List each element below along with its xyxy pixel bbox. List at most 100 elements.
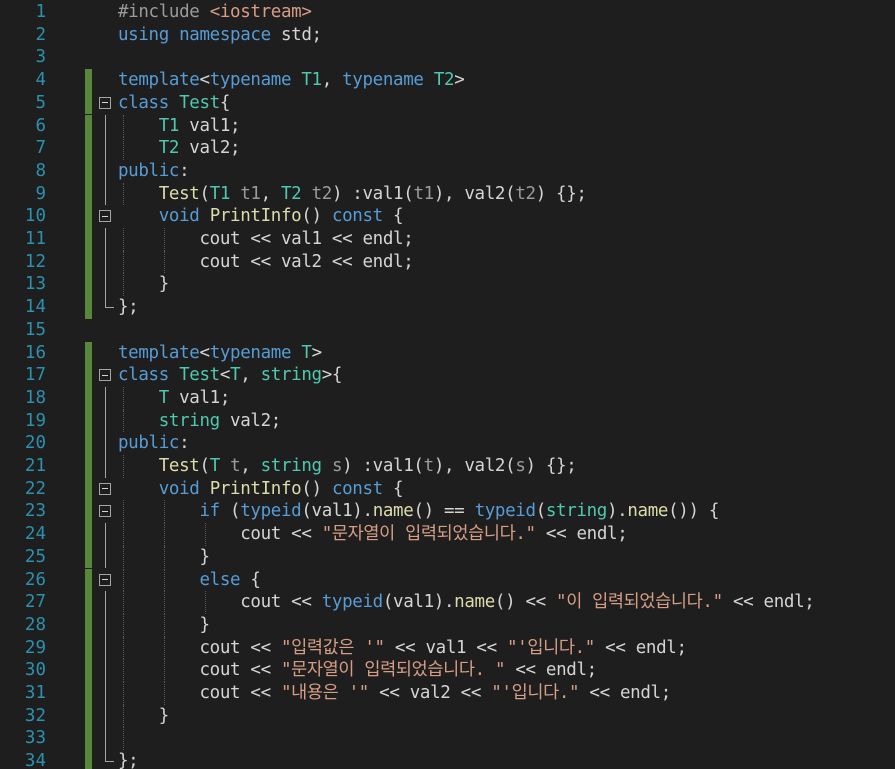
collapse-icon[interactable] bbox=[99, 505, 111, 518]
code-text[interactable]: T2 val2; bbox=[118, 137, 241, 160]
code-line[interactable]: 31 cout << "내용은 '" << val2 << "'입니다." <<… bbox=[0, 682, 895, 705]
code-token: ( bbox=[535, 501, 547, 522]
code-text[interactable]: }; bbox=[118, 750, 139, 769]
collapse-icon[interactable] bbox=[99, 210, 111, 223]
code-line[interactable]: 11 cout << val1 << endl; bbox=[0, 228, 895, 251]
code-text[interactable]: using namespace std; bbox=[118, 24, 322, 47]
code-token: t bbox=[230, 456, 241, 476]
line-number: 22 bbox=[24, 478, 46, 499]
code-line[interactable]: 6 T1 val1; bbox=[0, 114, 895, 138]
code-line[interactable]: 2 using namespace std; bbox=[0, 24, 895, 47]
code-token: ) {}; bbox=[525, 456, 577, 476]
code-text[interactable]: cout << "입력값은 '" << val1 << "'입니다." << e… bbox=[118, 637, 687, 660]
code-line[interactable]: 32 } bbox=[0, 704, 895, 728]
code-token: "'입니다." bbox=[491, 683, 580, 703]
code-text[interactable]: void PrintInfo() const { bbox=[118, 478, 404, 501]
code-line[interactable]: 34}; bbox=[0, 750, 895, 769]
code-line[interactable]: 7 T2 val2; bbox=[0, 137, 895, 160]
code-line[interactable]: 15 bbox=[0, 319, 895, 342]
code-token: string bbox=[158, 410, 220, 431]
code-text[interactable]: Test(T t, string s) :val1(t), val2(s) {}… bbox=[118, 455, 577, 478]
code-text[interactable]: #include <iostream> bbox=[118, 1, 312, 24]
code-text[interactable]: template<typename T1, typename T2> bbox=[118, 69, 465, 92]
code-text[interactable]: cout << "문자열이 입력되었습니다." << endl; bbox=[118, 523, 628, 546]
code-text[interactable]: cout << val2 << endl; bbox=[118, 251, 413, 274]
code-token: { bbox=[382, 206, 404, 227]
code-line[interactable]: 22 void PrintInfo() const { bbox=[0, 477, 895, 501]
code-text[interactable]: } bbox=[118, 273, 170, 296]
code-line[interactable]: 19 string val2; bbox=[0, 409, 895, 433]
code-line[interactable]: 29 cout << "입력값은 '" << val1 << "'입니다." <… bbox=[0, 636, 895, 660]
code-token: val1; bbox=[179, 115, 241, 136]
code-line[interactable]: 3 bbox=[0, 46, 895, 69]
code-line[interactable]: 13 } bbox=[0, 273, 895, 297]
fold-region-line bbox=[105, 250, 106, 274]
collapse-icon[interactable] bbox=[99, 573, 111, 586]
code-text[interactable]: cout << val1 << endl; bbox=[118, 228, 413, 251]
code-text[interactable]: string val2; bbox=[118, 410, 282, 433]
code-token: cout << val2 << endl; bbox=[118, 251, 414, 272]
code-text[interactable]: } bbox=[118, 705, 170, 728]
code-token: if bbox=[199, 501, 221, 522]
code-line[interactable]: 27 cout << typeid(val1).name() << "이 입력되… bbox=[0, 591, 895, 614]
code-text[interactable]: class Test{ bbox=[118, 92, 230, 115]
collapse-icon[interactable] bbox=[99, 482, 111, 495]
code-token: ), val2( bbox=[433, 183, 516, 204]
code-line[interactable]: 17 class Test<T, string>{ bbox=[0, 364, 895, 387]
code-line[interactable]: 30 cout << "문자열이 입력되었습니다. " << endl; bbox=[0, 659, 895, 682]
code-text[interactable]: T val1; bbox=[118, 387, 231, 410]
code-line[interactable]: 16 template<typename T> bbox=[0, 341, 895, 365]
code-text[interactable]: if (typeid(val1).name() == typeid(string… bbox=[118, 500, 720, 523]
code-line[interactable]: 33 bbox=[0, 727, 895, 751]
code-text[interactable]: else { bbox=[118, 569, 261, 592]
code-token: { bbox=[219, 92, 231, 113]
code-text[interactable]: public: bbox=[118, 160, 190, 183]
code-line[interactable]: 8 public: bbox=[0, 159, 895, 183]
code-line[interactable]: 10 void PrintInfo() const { bbox=[0, 205, 895, 228]
code-line[interactable]: 21 Test(T t, string s) :val1(t), val2(s)… bbox=[0, 455, 895, 478]
line-number: 10 bbox=[24, 206, 46, 227]
change-marker bbox=[85, 114, 92, 138]
code-line[interactable]: 12 cout << val2 << endl; bbox=[0, 250, 895, 274]
code-token: ( bbox=[199, 183, 211, 204]
code-text[interactable]: template<typename T> bbox=[118, 342, 322, 365]
line-number: 34 bbox=[24, 751, 46, 769]
change-marker bbox=[85, 137, 92, 160]
code-text[interactable]: cout << "문자열이 입력되었습니다. " << endl; bbox=[118, 659, 597, 682]
code-text[interactable]: }; bbox=[118, 296, 139, 319]
code-line[interactable]: 23 if (typeid(val1).name() == typeid(str… bbox=[0, 500, 895, 524]
code-line[interactable]: 26 else { bbox=[0, 568, 895, 592]
code-token: ( bbox=[219, 501, 241, 522]
code-text[interactable]: cout << typeid(val1).name() << "이 입력되었습니… bbox=[118, 591, 815, 614]
code-text[interactable]: } bbox=[118, 614, 210, 637]
collapse-icon[interactable] bbox=[99, 96, 111, 109]
code-text[interactable]: T1 val1; bbox=[118, 115, 241, 138]
code-line[interactable]: 9 Test(T1 t1, T2 t2) :val1(t1), val2(t2)… bbox=[0, 182, 895, 206]
code-line[interactable]: 28 } bbox=[0, 613, 895, 637]
change-marker bbox=[85, 523, 92, 546]
code-token: () bbox=[301, 478, 332, 499]
code-text[interactable]: public: bbox=[118, 432, 190, 455]
code-line[interactable]: 4 template<typename T1, typename T2> bbox=[0, 69, 895, 92]
code-line[interactable]: 14}; bbox=[0, 296, 895, 319]
code-line[interactable]: 18 T val1; bbox=[0, 386, 895, 410]
code-text[interactable]: } bbox=[118, 546, 210, 569]
code-text[interactable]: void PrintInfo() const { bbox=[118, 205, 404, 228]
code-line[interactable]: 1 #include <iostream> bbox=[0, 1, 895, 24]
code-token: "문자열이 입력되었습니다. " bbox=[280, 660, 506, 681]
collapse-icon[interactable] bbox=[99, 369, 111, 382]
code-line[interactable]: 5 class Test{ bbox=[0, 91, 895, 115]
change-marker bbox=[85, 409, 92, 433]
code-line[interactable]: 24 cout << "문자열이 입력되었습니다." << endl; bbox=[0, 523, 895, 546]
code-token: T1 bbox=[301, 70, 322, 91]
code-editor[interactable]: 1 #include <iostream> 2 using namespace std… bbox=[0, 0, 895, 769]
code-text[interactable]: Test(T1 t1, T2 t2) :val1(t1), val2(t2) {… bbox=[118, 183, 587, 206]
code-text[interactable]: class Test<T, string>{ bbox=[118, 364, 342, 387]
code-line[interactable]: 20 public: bbox=[0, 432, 895, 455]
fold-region-line bbox=[105, 137, 106, 160]
code-line[interactable]: 25 } bbox=[0, 545, 895, 569]
line-number: 28 bbox=[24, 614, 46, 635]
code-text[interactable]: cout << "내용은 '" << val2 << "'입니다." << en… bbox=[118, 682, 671, 705]
